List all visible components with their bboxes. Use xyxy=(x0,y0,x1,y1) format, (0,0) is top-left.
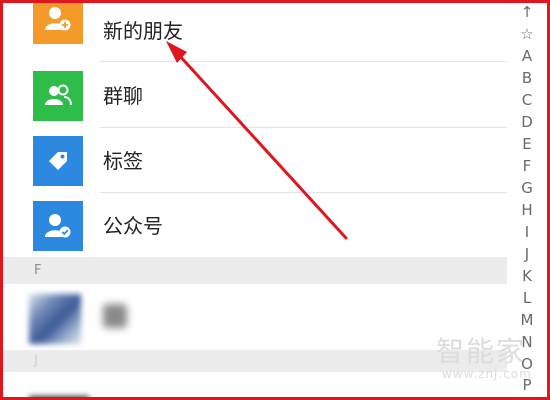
watermark-url: www.znj.com xyxy=(442,367,532,381)
red-arrow xyxy=(176,52,348,240)
watermark-name: 智能家 xyxy=(436,335,527,368)
watermark: 智能家 www.znj.com xyxy=(436,335,546,382)
